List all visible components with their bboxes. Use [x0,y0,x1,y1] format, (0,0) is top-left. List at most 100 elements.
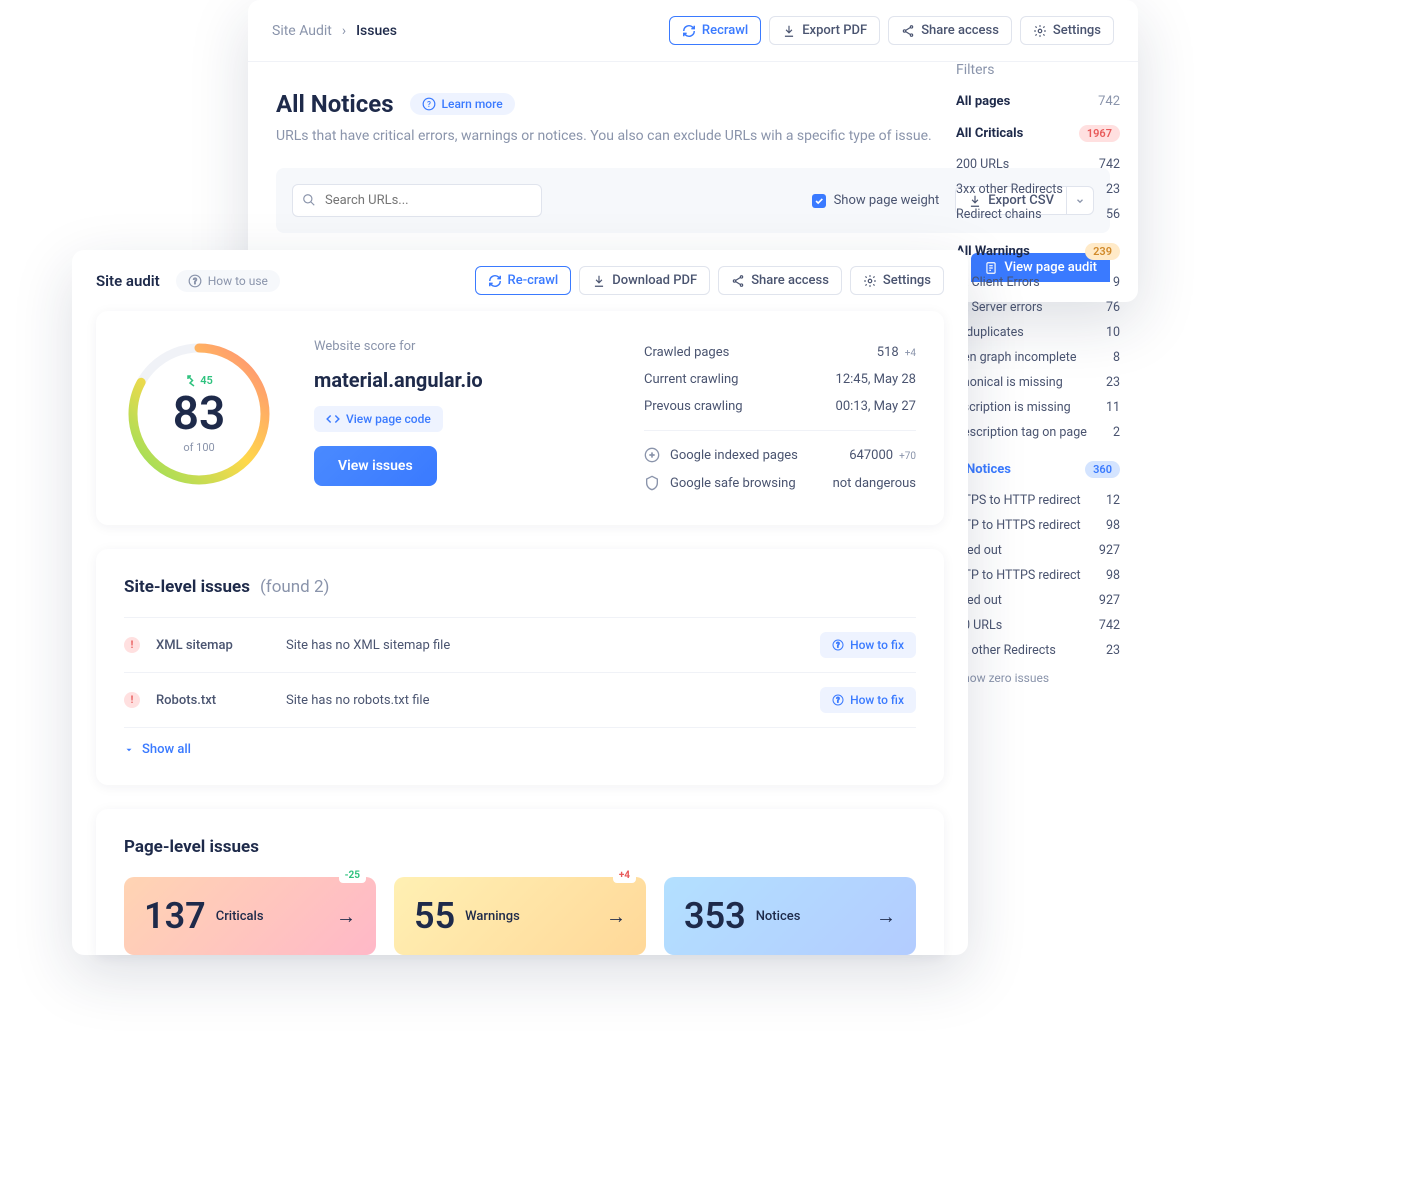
filter-all-pages[interactable]: All pages742 [956,94,1120,109]
audit-overview-panel: Site audit ?How to use Re-crawl Download… [72,250,968,955]
criticals-tile[interactable]: -25 137 Criticals → [124,877,376,955]
filter-item[interactable]: TTP to HTTPS redirect98 [956,563,1120,588]
score-info: Website score for material.angular.io Vi… [314,339,604,497]
domain-text: material.angular.io [314,368,604,392]
svg-text:?: ? [427,99,431,109]
settings-button[interactable]: Settings [850,266,944,295]
back-header: Site Audit › Issues Recrawl Export PDF S… [248,0,1138,62]
chevron-right-icon: › [342,23,346,39]
filter-item[interactable]: pen graph incomplete8 [956,345,1120,370]
export-pdf-button[interactable]: Export PDF [769,16,880,45]
breadcrumb: Site Audit › Issues [272,23,397,39]
svg-text:?: ? [836,697,840,705]
how-to-use-link[interactable]: ?How to use [176,270,280,292]
chevron-down-icon [124,745,134,755]
warnings-tile[interactable]: +4 55 Warnings → [394,877,646,955]
show-zero-link[interactable]: Show zero issues [956,671,1120,685]
breadcrumb-parent[interactable]: Site Audit [272,23,332,39]
page-issues-title: Page-level issues [124,837,259,857]
filter-item[interactable]: 3xx other Redirects23 [956,177,1120,202]
help-icon: ? [188,274,202,288]
crawl-stats: Crawled pages518+4Current crawling12:45,… [644,339,916,420]
page-issues-panel: Page-level issues -25 137 Criticals → +4… [96,809,944,955]
download-icon [782,24,796,38]
filters-title: Filters [956,62,1120,78]
show-weight-checkbox[interactable]: Show page weight [812,193,940,208]
svg-text:?: ? [193,275,197,285]
stat-row: Google indexed pages647000+70 [644,441,916,469]
filter-item[interactable]: med out927 [956,588,1120,613]
settings-button[interactable]: Settings [1020,16,1114,45]
learn-more-link[interactable]: ?Learn more [410,93,515,115]
notices-tile[interactable]: 353 Notices → [664,877,916,955]
view-issues-button[interactable]: View issues [314,446,437,486]
search-wrapper [292,184,542,217]
filter-item[interactable]: anonical is missing23 [956,370,1120,395]
front-header: Site audit ?How to use Re-crawl Download… [72,250,968,311]
share-button[interactable]: Share access [718,266,842,295]
filter-item[interactable]: xx other Redirects23 [956,638,1120,663]
help-icon: ? [422,97,436,111]
site-issues-list: !XML sitemapSite has no XML sitemap file… [124,617,916,727]
score-value: 83 [173,387,226,441]
refresh-icon [488,274,502,288]
download-icon [592,274,606,288]
code-icon [326,412,340,426]
how-to-fix-button[interactable]: ?How to fix [820,632,916,658]
filter-criticals-header[interactable]: All Criticals1967 [956,125,1120,142]
filter-notices-header[interactable]: ll Notices360 [956,461,1120,478]
google-stats: Google indexed pages647000+70Google safe… [644,441,916,497]
filter-item[interactable]: description tag on page2 [956,420,1120,445]
alert-icon: ! [124,637,140,653]
share-icon [731,274,745,288]
share-button[interactable]: Share access [888,16,1012,45]
site-issues-count: (found 2) [260,577,329,597]
score-of: of 100 [183,441,214,454]
score-ring: 45 83 of 100 [124,339,274,489]
filter-notices-list: TTPS to HTTP redirect12TTP to HTTPS redi… [956,488,1120,663]
back-toolbar: Recrawl Export PDF Share access Settings [669,16,1114,45]
search-input[interactable] [292,184,542,217]
filter-item[interactable]: TTPS to HTTP redirect12 [956,488,1120,513]
site-issues-panel: Site-level issues (found 2) !XML sitemap… [96,549,944,785]
recrawl-button[interactable]: Recrawl [669,16,761,45]
tile-delta: +4 [613,868,636,883]
gear-icon [863,274,877,288]
filter-item[interactable]: 200 URLs742 [956,152,1120,177]
site-issues-title: Site-level issues [124,577,250,597]
filter-item[interactable]: xx Server errors76 [956,295,1120,320]
filter-item[interactable]: Redirect chains56 [956,202,1120,227]
issue-tiles: -25 137 Criticals → +4 55 Warnings → 353… [124,877,916,955]
divider [644,430,916,431]
filter-item[interactable]: 1 duplicates10 [956,320,1120,345]
filters-panel: Filters All pages742 All Criticals1967 2… [938,62,1138,685]
filter-item[interactable]: 00 URLs742 [956,613,1120,638]
filter-criticals-list: 200 URLs7423xx other Redirects23Redirect… [956,152,1120,227]
show-all-link[interactable]: Show all [124,727,916,757]
filter-item[interactable]: xx Client Errors9 [956,270,1120,295]
alert-icon: ! [124,692,140,708]
how-to-fix-button[interactable]: ?How to fix [820,687,916,713]
search-icon [302,193,316,207]
filter-item[interactable]: escription is missing11 [956,395,1120,420]
gear-icon [1033,24,1047,38]
trend-up-icon [187,375,195,387]
front-toolbar: Re-crawl Download PDF Share access Setti… [475,266,944,295]
share-icon [901,24,915,38]
filter-warnings-header[interactable]: All Warnings239 [956,243,1120,260]
tile-delta: -25 [339,868,366,883]
filter-item[interactable]: TTP to HTTPS redirect98 [956,513,1120,538]
svg-text:?: ? [836,642,840,650]
page-title: All Notices [276,90,394,118]
breadcrumb-current: Issues [356,23,397,39]
stat-row: Google safe browsingnot dangerous [644,469,916,497]
filter-warnings-list: xx Client Errors9xx Server errors761 dup… [956,270,1120,445]
front-title: Site audit [96,272,160,290]
score-panel: 45 83 of 100 Website score for material.… [96,311,944,525]
view-code-button[interactable]: View page code [314,406,443,432]
download-pdf-button[interactable]: Download PDF [579,266,710,295]
filter-item[interactable]: med out927 [956,538,1120,563]
arrow-right-icon: → [336,904,356,929]
stat-row: Prevous crawling00:13, May 27 [644,393,916,420]
recrawl-button[interactable]: Re-crawl [475,266,572,295]
